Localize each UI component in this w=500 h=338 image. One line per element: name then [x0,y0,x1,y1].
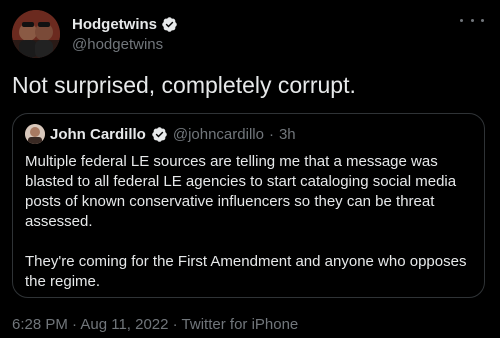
author-avatar[interactable] [12,10,60,58]
quoted-author-name: John Cardillo [50,125,146,143]
verified-badge-icon [162,16,177,32]
quoted-avatar-image [25,124,45,144]
quoted-author-handle: @johncardillo [172,125,264,143]
quoted-tweet[interactable]: John Cardillo @johncardillo · 3h Multipl… [12,113,485,298]
quoted-tweet-header: John Cardillo @johncardillo · 3h [25,124,472,144]
author-info: Hodgetwins @hodgetwins [72,14,178,53]
tweet-header: Hodgetwins @hodgetwins [12,10,488,58]
quoted-tweet-text: Multiple federal LE sources are telling … [25,153,467,290]
more-options-icon[interactable] [460,12,484,28]
author-handle[interactable]: @hodgetwins [72,36,178,53]
avatar-image [12,10,60,58]
tweet-timestamp[interactable]: 6:28 PM · Aug 11, 2022 · Twitter for iPh… [12,316,298,333]
tweet-text: Not surprised, completely corrupt. [12,72,356,98]
verified-badge-icon [152,126,167,142]
quoted-separator: · [268,125,274,143]
quoted-author-avatar [25,124,45,144]
quoted-time: 3h [278,125,296,143]
author-display-name[interactable]: Hodgetwins [72,16,157,33]
